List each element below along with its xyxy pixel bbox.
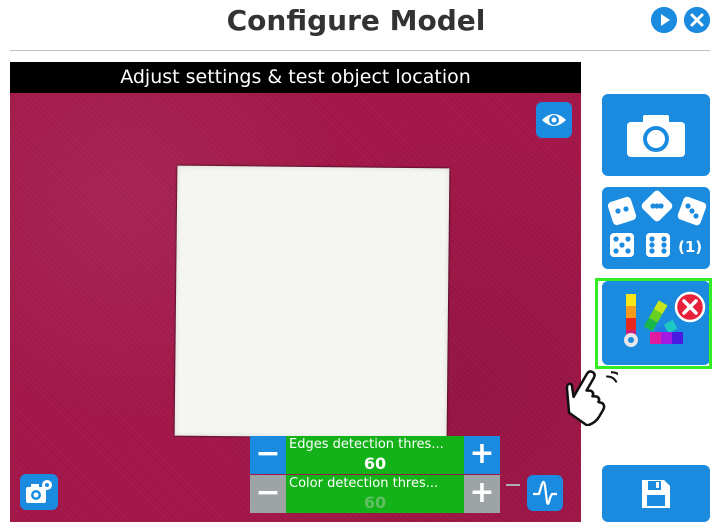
- signal-icon: [533, 480, 557, 505]
- color-threshold-track[interactable]: Color detection thres... 60: [286, 475, 464, 513]
- multiple-views-count: (1): [678, 238, 703, 256]
- color-increase-button[interactable]: +: [464, 475, 500, 513]
- edges-threshold-value: 60: [363, 454, 387, 473]
- color-threshold-slider[interactable]: − Color detection thres... 60 +: [250, 475, 500, 513]
- close-button[interactable]: [684, 7, 710, 33]
- camera-icon: [627, 115, 685, 157]
- pointer-hand-icon: [565, 370, 618, 426]
- signal-connector: [506, 484, 520, 486]
- save-icon: [642, 479, 670, 508]
- object-under-test: [174, 165, 450, 439]
- camera-settings-icon: [26, 480, 52, 503]
- edges-increase-button[interactable]: +: [464, 436, 500, 474]
- close-icon: [684, 7, 710, 33]
- play-icon: [651, 7, 677, 33]
- color-threshold-label: Color detection thres...: [289, 476, 439, 491]
- edges-decrease-button[interactable]: −: [250, 436, 286, 474]
- edges-threshold-label: Edges detection thres...: [289, 437, 444, 452]
- color-threshold-value: 60: [363, 493, 387, 512]
- page-title: Configure Model: [226, 4, 486, 37]
- selection-highlight: [595, 278, 712, 369]
- view-toggle-button[interactable]: [536, 102, 572, 138]
- snapshot-button[interactable]: [602, 94, 710, 176]
- save-button[interactable]: [602, 465, 710, 522]
- edges-threshold-slider[interactable]: − Edges detection thres... 60 +: [250, 436, 500, 474]
- color-decrease-button[interactable]: −: [250, 475, 286, 513]
- signal-button[interactable]: [527, 475, 563, 511]
- viewer-banner: Adjust settings & test object location: [10, 62, 581, 93]
- multiple-views-button[interactable]: (1): [602, 187, 710, 269]
- header-divider: [10, 50, 710, 51]
- camera-settings-button[interactable]: [20, 474, 58, 510]
- eye-icon: [542, 114, 566, 126]
- play-button[interactable]: [651, 7, 677, 33]
- edges-threshold-track[interactable]: Edges detection thres... 60: [286, 436, 464, 474]
